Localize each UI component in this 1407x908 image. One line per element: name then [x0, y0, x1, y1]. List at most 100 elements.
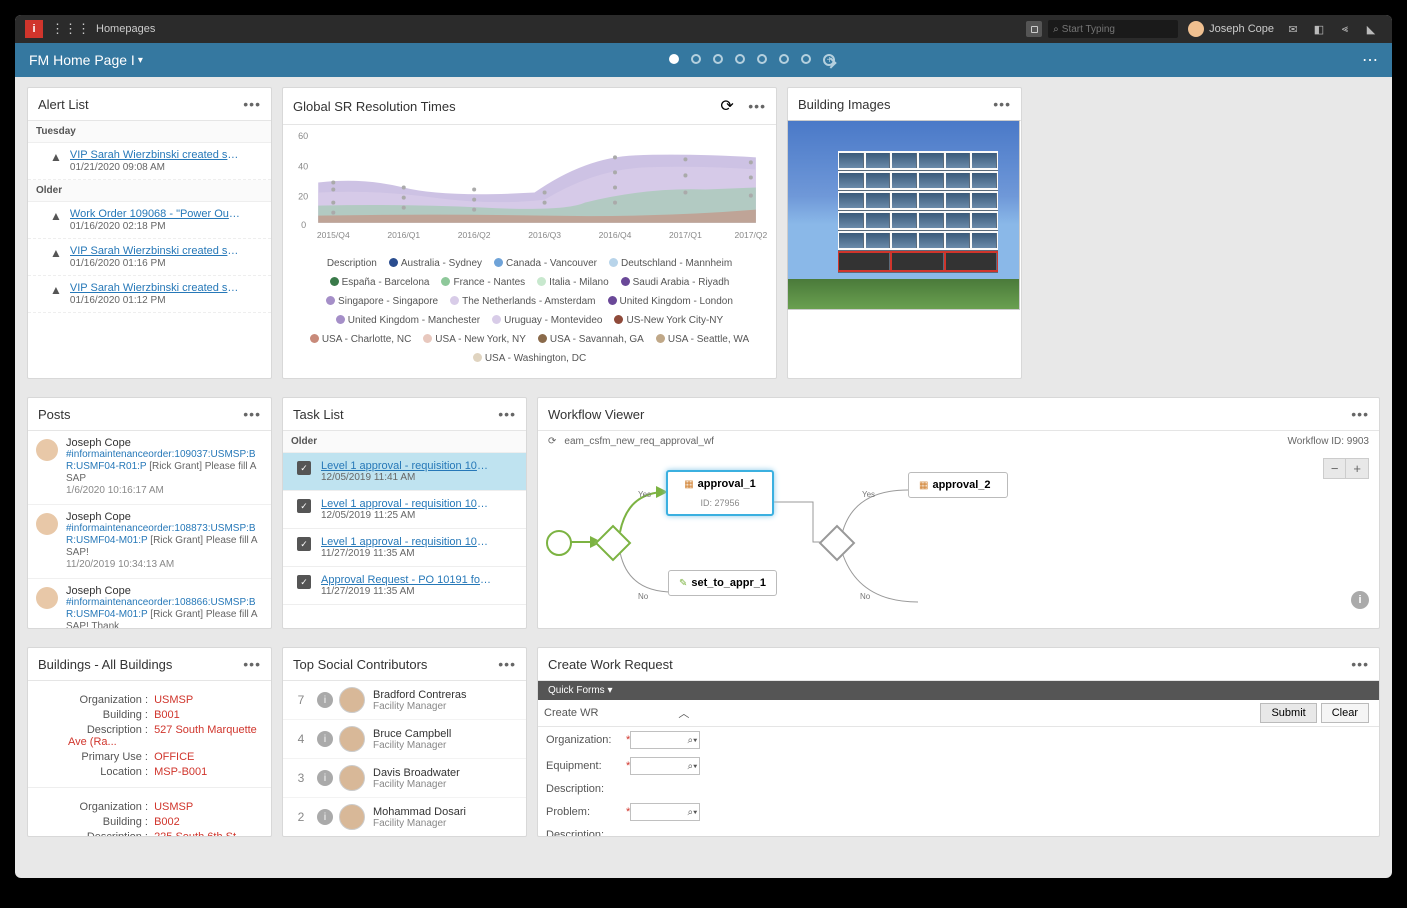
refresh-icon[interactable]: ⟳ — [548, 436, 556, 447]
post-text[interactable]: #informaintenanceorder:109037:USMSP:BR:U… — [66, 449, 261, 485]
legend-item[interactable]: Australia - Sydney — [389, 258, 482, 269]
search-box[interactable]: ⌕ — [1048, 20, 1178, 38]
legend-item[interactable]: Uruguay - Montevideo — [492, 315, 602, 326]
legend-item[interactable]: USA - New York, NY — [423, 334, 526, 345]
info-icon[interactable]: i — [317, 770, 333, 786]
share-icon[interactable]: ⪡ — [1334, 20, 1356, 38]
alert-row[interactable]: ▲ VIP Sarah Wierzbinski created service … — [28, 239, 271, 276]
contributor-row[interactable]: 2iMohammad DosariFacility Manager — [283, 798, 526, 837]
info-icon[interactable]: i — [317, 692, 333, 708]
page-add-icon[interactable]: + — [823, 54, 835, 66]
widget-title: Global SR Resolution Times — [293, 99, 456, 114]
legend-item[interactable]: United Kingdom - London — [608, 296, 733, 307]
page-dot[interactable] — [779, 54, 789, 64]
submit-button[interactable]: Submit — [1260, 703, 1316, 723]
post-text[interactable]: #informaintenanceorder:108873:USMSP:BR:U… — [66, 523, 261, 559]
bookmark-icon[interactable]: ◣ — [1360, 20, 1382, 38]
legend-item[interactable]: France - Nantes — [441, 277, 525, 288]
equipment-lookup[interactable]: ⌕▾ — [630, 757, 700, 775]
alert-row[interactable]: ▲ Work Order 109068 - "Power Outage [SR1… — [28, 202, 271, 239]
alert-link[interactable]: VIP Sarah Wierzbinski created service re… — [70, 149, 240, 161]
alert-link[interactable]: VIP Sarah Wierzbinski created service re… — [70, 245, 240, 257]
widget-menu-icon[interactable]: ••• — [1351, 406, 1369, 422]
stop-icon[interactable] — [1026, 21, 1042, 37]
task-link[interactable]: Level 1 approval - requisition 10300, su… — [321, 536, 491, 548]
wf-node-setappr[interactable]: ✎set_to_appr_1 — [668, 570, 777, 596]
task-row[interactable]: ✓Level 1 approval - requisition 10305, s… — [283, 453, 526, 491]
task-row[interactable]: ✓Level 1 approval - requisition 10304, s… — [283, 491, 526, 529]
contributor-row[interactable]: 7iBradford ContrerasFacility Manager — [283, 681, 526, 720]
legend-item[interactable]: United Kingdom - Manchester — [336, 315, 480, 326]
wf-node-approval2[interactable]: ▦approval_2 — [908, 472, 1008, 498]
apps-icon[interactable]: ⋮⋮⋮ — [51, 21, 90, 37]
legend-item[interactable]: Canada - Vancouver — [494, 258, 597, 269]
post-item[interactable]: Joseph Cope#informaintenanceorder:108866… — [28, 579, 271, 629]
clear-button[interactable]: Clear — [1321, 703, 1369, 723]
page-dot[interactable] — [735, 54, 745, 64]
quick-forms-bar[interactable]: Quick Forms ▾ — [538, 681, 1379, 700]
legend-item[interactable]: Deutschland - Mannheim — [609, 258, 732, 269]
widget-menu-icon[interactable]: ••• — [498, 656, 516, 672]
page-dots[interactable]: + — [669, 54, 835, 66]
legend-item[interactable]: US-New York City-NY — [614, 315, 723, 326]
task-row[interactable]: ✓Level 1 approval - requisition 10300, s… — [283, 529, 526, 567]
info-icon[interactable]: i — [1351, 591, 1369, 609]
page-dot[interactable] — [669, 54, 679, 64]
search-input[interactable] — [1062, 24, 1173, 35]
mail-icon[interactable]: ✉ — [1282, 20, 1304, 38]
info-icon[interactable]: i — [317, 731, 333, 747]
legend-item[interactable]: Italia - Milano — [537, 277, 608, 288]
page-title-menu-icon[interactable]: ▾ — [138, 55, 143, 66]
chart-legend: DescriptionAustralia - SydneyCanada - Va… — [283, 248, 776, 378]
page-dot[interactable] — [801, 54, 811, 64]
problem-lookup[interactable]: ⌕▾ — [630, 803, 700, 821]
page-dot[interactable] — [691, 54, 701, 64]
alert-link[interactable]: VIP Sarah Wierzbinski created service re… — [70, 282, 240, 294]
legend-item[interactable]: USA - Washington, DC — [473, 353, 586, 364]
legend-item[interactable]: USA - Savannah, GA — [538, 334, 644, 345]
collapse-icon[interactable]: ︿ — [678, 705, 689, 721]
legend-item[interactable]: USA - Seattle, WA — [656, 334, 749, 345]
page-title[interactable]: FM Home Page I — [29, 52, 135, 68]
building-item[interactable]: Organization : USMSPBuilding : B001Descr… — [28, 681, 271, 788]
task-row[interactable]: ✓Approval Request - PO 10191 for supplie… — [283, 567, 526, 605]
legend-item[interactable]: USA - Charlotte, NC — [310, 334, 411, 345]
task-link[interactable]: Approval Request - PO 10191 for supplier… — [321, 574, 491, 586]
workflow-canvas[interactable]: −+ Yes No ▦approval_1 ID: 27956 — [538, 452, 1379, 617]
widget-title: Alert List — [38, 97, 89, 112]
post-item[interactable]: Joseph Cope#informaintenanceorder:109037… — [28, 431, 271, 505]
widget-menu-icon[interactable]: ••• — [748, 98, 766, 114]
legend-item[interactable]: Saudi Arabia - Riyadh — [621, 277, 730, 288]
chat-icon[interactable]: ◧ — [1308, 20, 1330, 38]
page-dot[interactable] — [713, 54, 723, 64]
alert-link[interactable]: Work Order 109068 - "Power Outage [SR1..… — [70, 208, 240, 220]
contributor-row[interactable]: 3iDavis BroadwaterFacility Manager — [283, 759, 526, 798]
widget-menu-icon[interactable]: ••• — [243, 656, 261, 672]
wf-start-node[interactable] — [546, 530, 572, 556]
band-menu-icon[interactable]: ⋯ — [1362, 50, 1378, 70]
user-menu[interactable]: Joseph Cope — [1188, 21, 1274, 37]
legend-item[interactable]: España - Barcelona — [330, 277, 430, 288]
refresh-icon[interactable]: ⟳ — [720, 98, 733, 115]
page-band: FM Home Page I ▾ + ⋯ — [15, 43, 1392, 77]
org-lookup[interactable]: ⌕▾ — [630, 731, 700, 749]
task-link[interactable]: Level 1 approval - requisition 10304, su… — [321, 498, 491, 510]
widget-menu-icon[interactable]: ••• — [1351, 656, 1369, 672]
alert-row[interactable]: ▲ VIP Sarah Wierzbinski created service … — [28, 276, 271, 313]
wf-node-approval1[interactable]: ▦approval_1 ID: 27956 — [666, 470, 774, 516]
widget-menu-icon[interactable]: ••• — [243, 406, 261, 422]
post-text[interactable]: #informaintenanceorder:108866:USMSP:BR:U… — [66, 597, 261, 629]
contributor-row[interactable]: 4iBruce CampbellFacility Manager — [283, 720, 526, 759]
widget-menu-icon[interactable]: ••• — [993, 96, 1011, 112]
post-item[interactable]: Joseph Cope#informaintenanceorder:108873… — [28, 505, 271, 579]
building-item[interactable]: Organization : USMSPBuilding : B002Descr… — [28, 788, 271, 837]
task-link[interactable]: Level 1 approval - requisition 10305, su… — [321, 460, 491, 472]
legend-item[interactable]: Singapore - Singapore — [326, 296, 438, 307]
info-icon[interactable]: i — [317, 809, 333, 825]
legend-item[interactable]: The Netherlands - Amsterdam — [450, 296, 595, 307]
page-dot[interactable] — [757, 54, 767, 64]
widget-menu-icon[interactable]: ••• — [498, 406, 516, 422]
widget-menu-icon[interactable]: ••• — [243, 96, 261, 112]
homepages-link[interactable]: Homepages — [96, 23, 155, 35]
alert-row[interactable]: ▲ VIP Sarah Wierzbinski created service … — [28, 143, 271, 180]
